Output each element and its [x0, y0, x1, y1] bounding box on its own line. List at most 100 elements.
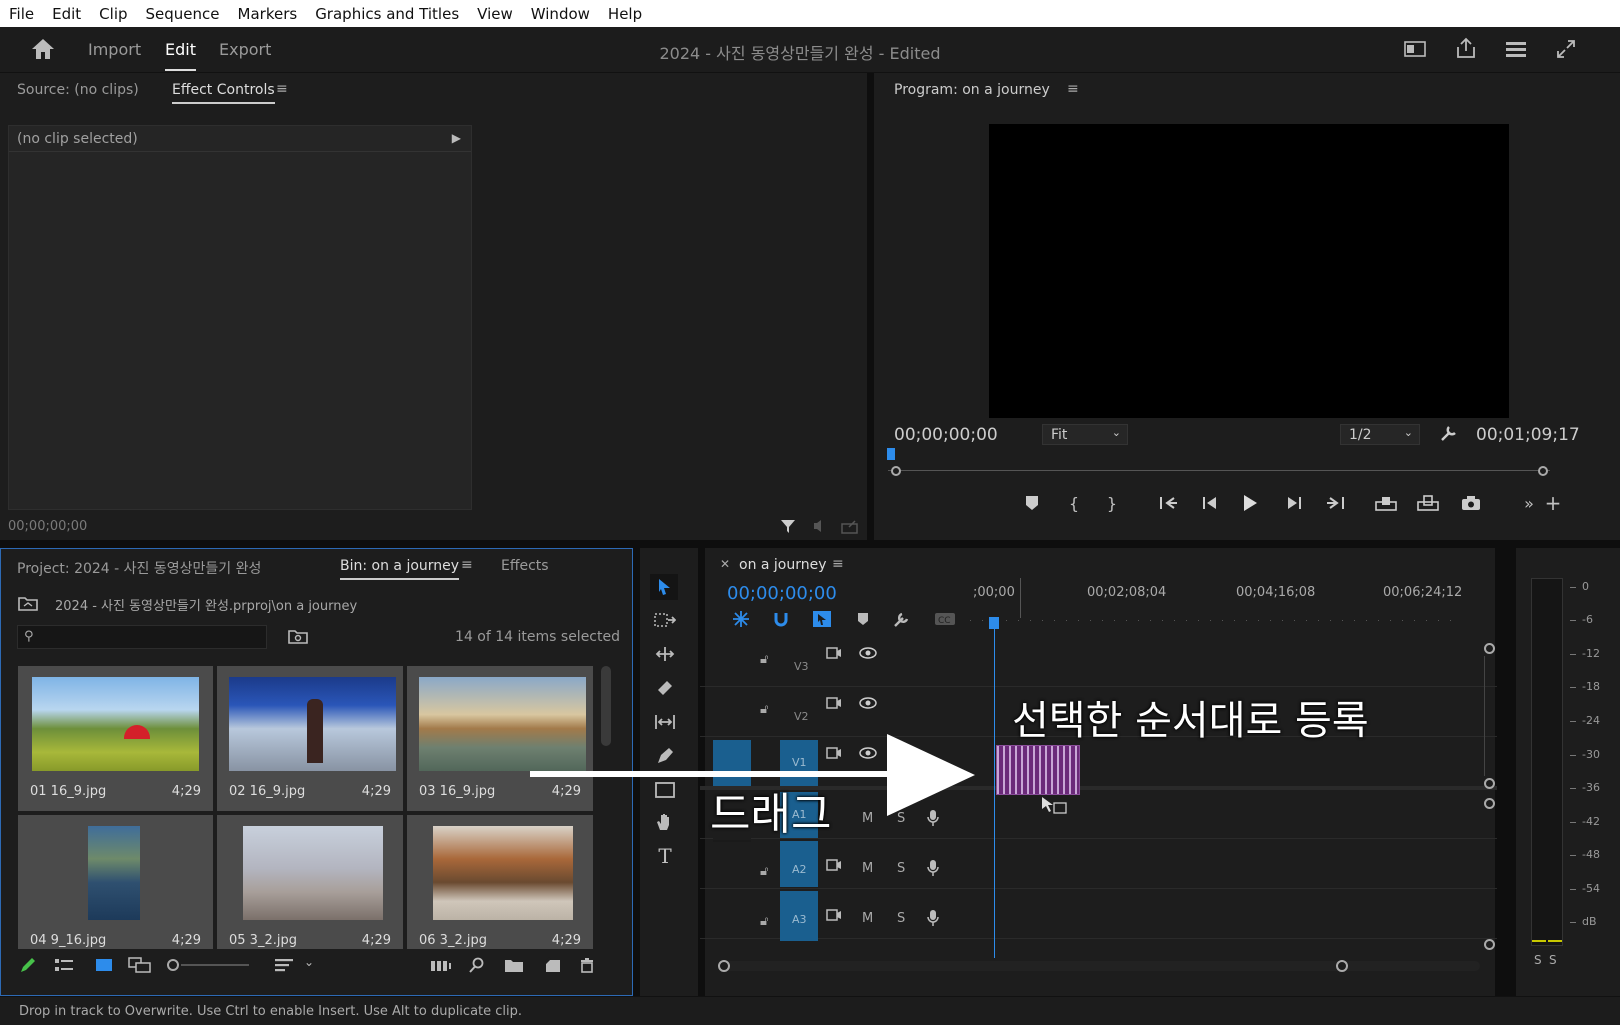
find-icon[interactable]	[467, 955, 487, 975]
tab-bin[interactable]: Bin: on a journey	[340, 558, 460, 580]
bin-item[interactable]: 05 3_2.jpg 4;29	[217, 815, 403, 949]
program-menu-icon[interactable]: ≡	[1067, 81, 1079, 97]
tab-program[interactable]: Program: on a journey	[894, 82, 1050, 98]
zoom-handle-right[interactable]	[1538, 466, 1548, 476]
bin-item[interactable]: 02 16_9.jpg 4;29	[217, 666, 403, 811]
horizontal-scrollbar[interactable]	[718, 961, 1480, 971]
lock-icon[interactable]: 🔓︎	[760, 914, 768, 929]
lock-icon[interactable]: 🔓︎	[760, 864, 768, 879]
workspaces-icon[interactable]	[1503, 37, 1529, 61]
eye-icon[interactable]	[858, 745, 878, 761]
menu-markers[interactable]: Markers	[229, 5, 307, 23]
sync-lock-icon[interactable]	[824, 745, 844, 761]
microphone-icon[interactable]	[925, 908, 941, 928]
horizontal-zoom-handle-right[interactable]	[1336, 960, 1348, 972]
mute-button[interactable]: M	[862, 811, 873, 826]
extract-icon[interactable]	[1416, 493, 1440, 513]
play-icon[interactable]	[1240, 493, 1260, 513]
microphone-icon[interactable]	[925, 858, 941, 878]
linked-selection-icon[interactable]	[811, 610, 833, 628]
tab-project[interactable]: Project: 2024 - 사진 동영상만들기 완성	[17, 558, 261, 578]
program-video-frame[interactable]	[989, 124, 1509, 418]
snap-icon[interactable]	[771, 610, 791, 628]
eye-icon[interactable]	[858, 695, 878, 711]
dragged-clips[interactable]	[996, 745, 1080, 795]
new-bin-icon[interactable]	[503, 955, 525, 975]
find-folder-icon[interactable]	[287, 627, 309, 645]
type-tool-icon[interactable]: T	[652, 844, 678, 868]
solo-right-button[interactable]: S	[1549, 953, 1557, 967]
freeform-view-icon[interactable]	[127, 955, 153, 975]
solo-button[interactable]: S	[897, 911, 905, 926]
menu-edit[interactable]: Edit	[43, 5, 90, 23]
mark-out-icon[interactable]: }	[1102, 493, 1122, 513]
sync-lock-icon[interactable]	[824, 645, 844, 661]
razor-tool-icon[interactable]	[652, 676, 678, 700]
playhead-handle[interactable]	[989, 617, 999, 629]
vertical-zoom-handle[interactable]	[1484, 643, 1495, 654]
share-icon[interactable]	[1453, 35, 1479, 61]
eye-icon[interactable]	[858, 645, 878, 661]
program-scrub-bar[interactable]	[888, 470, 1550, 471]
panel-layout-icon[interactable]	[1402, 37, 1428, 61]
track-label-v2[interactable]: V2	[794, 710, 809, 723]
menu-window[interactable]: Window	[522, 5, 599, 23]
tab-sequence[interactable]: on a journey	[739, 557, 827, 573]
fullscreen-icon[interactable]	[1553, 37, 1579, 61]
thumbnail-size-slider-handle[interactable]	[167, 959, 179, 971]
hand-tool-icon[interactable]	[652, 810, 678, 834]
tab-effects[interactable]: Effects	[501, 558, 549, 574]
vertical-zoom-handle[interactable]	[1484, 939, 1495, 950]
menu-file[interactable]: File	[0, 5, 43, 23]
selection-tool-icon[interactable]	[650, 574, 678, 600]
bin-search-input[interactable]: ⚲	[17, 625, 267, 649]
timeline-timecode[interactable]: 00;00;00;00	[727, 583, 837, 604]
program-playhead[interactable]	[887, 448, 895, 460]
lock-icon[interactable]: 🔓︎	[760, 702, 768, 717]
nest-sequence-icon[interactable]	[731, 610, 751, 628]
menu-clip[interactable]: Clip	[90, 5, 136, 23]
fit-dropdown[interactable]: Fit ⌄	[1042, 424, 1128, 445]
thumbnail-size-slider[interactable]	[181, 964, 249, 966]
new-item-icon[interactable]	[541, 955, 563, 975]
add-button-icon[interactable]: +	[1544, 491, 1562, 515]
list-view-icon[interactable]	[53, 955, 75, 975]
sequence-menu-icon[interactable]: ≡	[832, 556, 844, 572]
program-timecode-current[interactable]: 00;00;00;00	[894, 425, 998, 445]
slip-tool-icon[interactable]	[652, 710, 678, 734]
rectangle-tool-icon[interactable]	[652, 778, 678, 802]
captions-icon[interactable]: CC	[933, 610, 957, 628]
pen-tool-icon[interactable]	[652, 744, 678, 768]
bin-scrollbar[interactable]	[601, 666, 611, 746]
vertical-zoom-handle[interactable]	[1484, 798, 1495, 809]
lock-icon[interactable]: 🔓︎	[760, 652, 768, 667]
menu-sequence[interactable]: Sequence	[137, 5, 229, 23]
tab-effect-controls[interactable]: Effect Controls	[172, 82, 275, 104]
automate-to-sequence-icon[interactable]	[429, 955, 453, 975]
filter-icon[interactable]	[778, 516, 798, 536]
zoom-handle-left[interactable]	[891, 466, 901, 476]
mark-in-icon[interactable]: {	[1064, 493, 1084, 513]
bin-menu-icon[interactable]: ≡	[461, 557, 473, 573]
tab-source[interactable]: Source: (no clips)	[17, 82, 139, 98]
export-frame-icon[interactable]	[1460, 493, 1482, 513]
bin-item[interactable]: 06 3_2.jpg 4;29	[407, 815, 593, 949]
menu-view[interactable]: View	[468, 5, 522, 23]
ripple-edit-tool-icon[interactable]	[652, 642, 678, 666]
step-forward-icon[interactable]	[1284, 493, 1304, 513]
timeline-playhead[interactable]	[994, 621, 995, 958]
sort-icon[interactable]	[273, 955, 295, 975]
mute-button[interactable]: M	[862, 911, 873, 926]
track-target-a3[interactable]: A3	[780, 891, 818, 941]
track-select-tool-icon[interactable]	[652, 608, 678, 632]
icon-view-icon[interactable]	[93, 955, 115, 975]
menu-help[interactable]: Help	[599, 5, 651, 23]
solo-button[interactable]: S	[897, 861, 905, 876]
bin-item[interactable]: 04 9_16.jpg 4;29	[18, 815, 213, 949]
sync-lock-icon[interactable]	[824, 695, 844, 711]
close-sequence-icon[interactable]: ✕	[720, 557, 730, 571]
vertical-scrollbar[interactable]	[1484, 656, 1485, 776]
add-marker-icon[interactable]	[853, 610, 873, 628]
bin-item[interactable]: 01 16_9.jpg 4;29	[18, 666, 213, 811]
bin-item[interactable]: 03 16_9.jpg 4;29	[407, 666, 593, 811]
